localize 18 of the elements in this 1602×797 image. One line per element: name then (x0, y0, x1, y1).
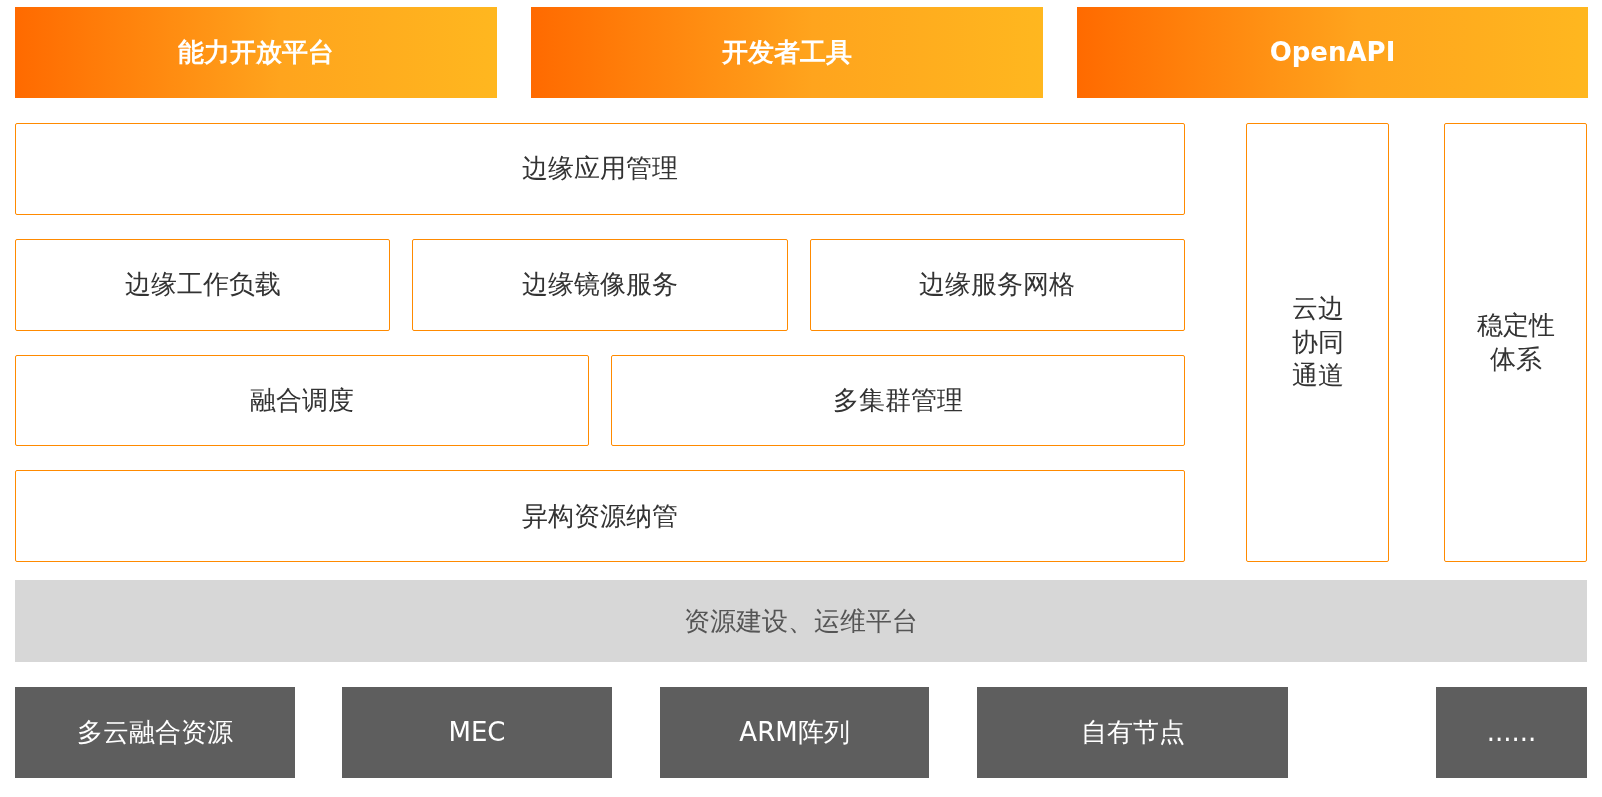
module-box: 边缘镜像服务 (412, 238, 788, 331)
platform-banner: 能力开放平台 (15, 7, 497, 98)
module-box: 边缘工作负载 (15, 238, 391, 331)
module-box: 边缘服务网格 (809, 238, 1185, 331)
module-box: 多集群管理 (611, 354, 1185, 447)
side-column-box: 云边协同通道 (1246, 123, 1389, 562)
resource-box: MEC (342, 687, 612, 778)
platform-banner: OpenAPI (1077, 7, 1588, 98)
resource-box: 多云融合资源 (15, 687, 295, 778)
resource-box: ...... (1436, 687, 1587, 778)
resource-box: ARM阵列 (660, 687, 929, 778)
module-box: 边缘应用管理 (15, 123, 1185, 215)
side-column-box: 稳定性体系 (1444, 123, 1587, 562)
base-platform-bar: 资源建设、运维平台 (15, 580, 1587, 662)
module-box: 异构资源纳管 (15, 470, 1185, 562)
platform-banner: 开发者工具 (531, 7, 1043, 98)
resource-box: 自有节点 (977, 687, 1288, 778)
module-box: 融合调度 (15, 354, 589, 447)
